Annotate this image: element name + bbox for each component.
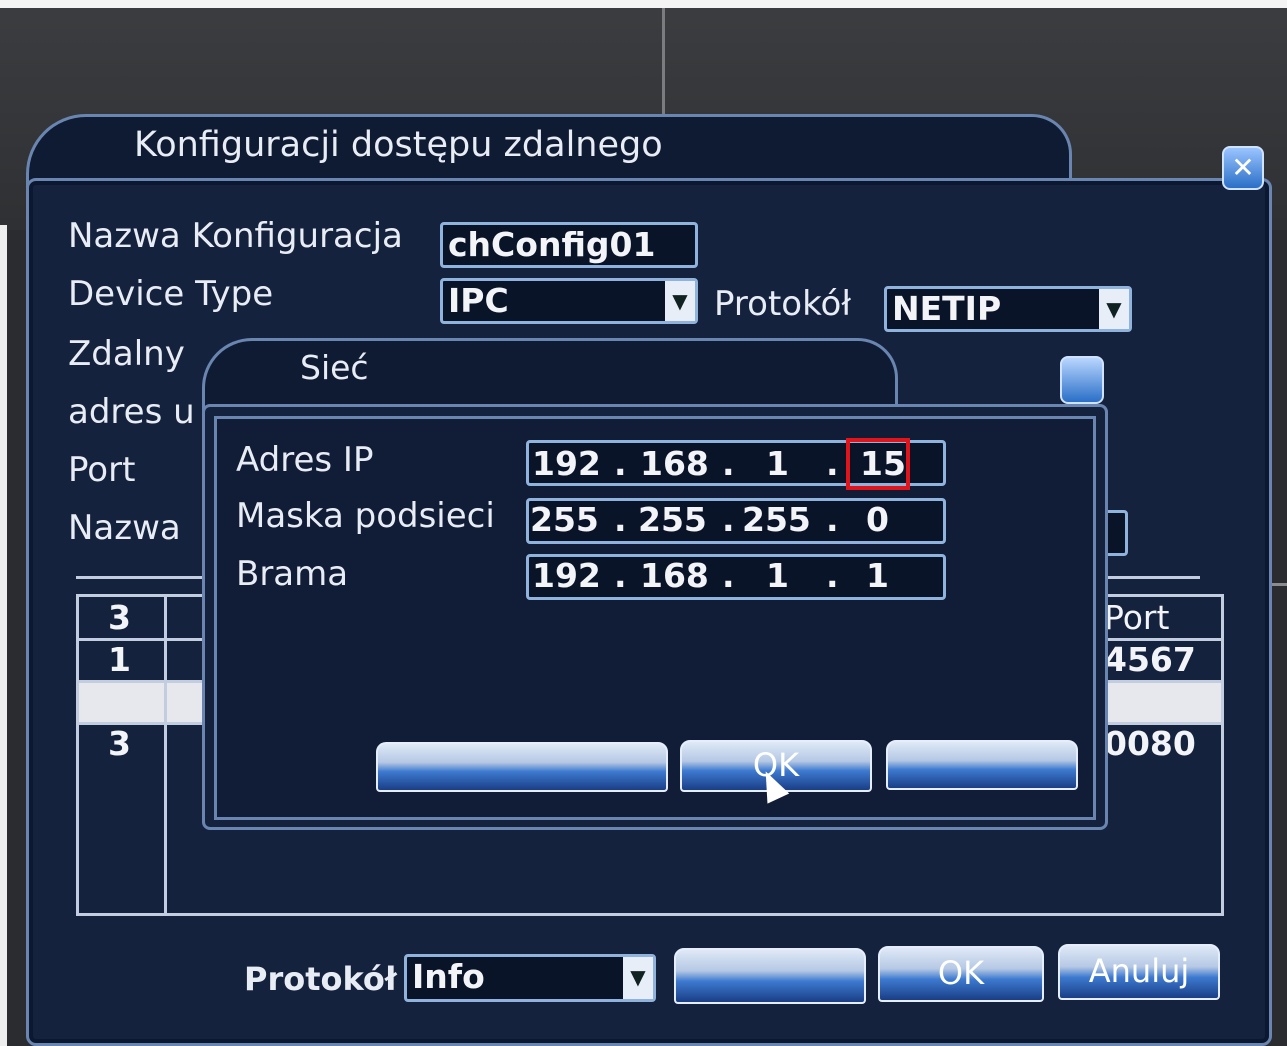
dialog-action-button[interactable]: [376, 742, 668, 792]
ip-octet[interactable]: 1: [766, 444, 789, 483]
ip-octet[interactable]: 168: [640, 444, 709, 483]
dialog-title: Sieć: [300, 348, 369, 387]
octet-dot: .: [614, 556, 627, 595]
mask-octet[interactable]: 255: [742, 500, 811, 539]
address-label: adres u: [68, 392, 195, 432]
mask-octet[interactable]: 255: [638, 500, 707, 539]
mask-octet[interactable]: 255: [530, 500, 599, 539]
chevron-down-icon[interactable]: ▼: [623, 957, 653, 999]
dialog-cancel-button[interactable]: [886, 740, 1078, 790]
device-type-select[interactable]: IPC ▼: [440, 278, 698, 324]
device-type-value: IPC: [448, 281, 509, 320]
ip-label: Adres IP: [236, 440, 374, 480]
octet-dot: .: [722, 556, 735, 595]
table-row-port[interactable]: 0080: [1104, 724, 1196, 763]
config-name-input[interactable]: chConfig01: [440, 222, 698, 268]
octet-dot: .: [826, 500, 839, 539]
gateway-octet[interactable]: 192: [532, 556, 601, 595]
photo-border: [0, 0, 1287, 8]
gateway-octet[interactable]: 1: [766, 556, 789, 595]
config-name-label: Nazwa Konfiguracja: [68, 216, 403, 256]
mask-label: Maska podsieci: [236, 496, 495, 536]
chevron-down-icon[interactable]: ▼: [665, 281, 695, 321]
ip-octet[interactable]: 192: [532, 444, 601, 483]
bottom-protocol-label: Protokół: [244, 960, 397, 998]
octet-dot: .: [614, 500, 627, 539]
table-header-count: 3: [108, 598, 131, 637]
gateway-octet[interactable]: 1: [866, 556, 889, 595]
protocol-label: Protokół: [714, 284, 852, 324]
gateway-label: Brama: [236, 554, 349, 594]
ok-button[interactable]: OK: [878, 946, 1044, 1002]
background-line: [662, 0, 665, 120]
protocol-select[interactable]: NETIP ▼: [884, 286, 1132, 332]
mask-octet[interactable]: 0: [866, 500, 889, 539]
port-label: Port: [68, 450, 136, 490]
table-row-port[interactable]: 4567: [1104, 640, 1196, 679]
column-divider: [164, 594, 167, 916]
octet-dot: .: [614, 444, 627, 483]
close-icon[interactable]: [1060, 356, 1104, 404]
bottom-protocol-select[interactable]: Info ▼: [404, 954, 656, 1002]
octet-dot: .: [722, 500, 735, 539]
highlight-box: [846, 438, 910, 490]
table-row-index[interactable]: 3: [108, 724, 131, 763]
table-row-index[interactable]: 1: [108, 640, 131, 679]
remote-label: Zdalny: [68, 334, 185, 374]
table-header-port: Port: [1104, 598, 1170, 637]
octet-dot: .: [826, 556, 839, 595]
cancel-button[interactable]: Anuluj: [1058, 944, 1220, 1000]
protocol-value: NETIP: [892, 289, 1002, 328]
photo-border: [0, 225, 7, 1046]
name-label: Nazwa: [68, 508, 181, 548]
octet-dot: .: [826, 444, 839, 483]
gateway-octet[interactable]: 168: [640, 556, 709, 595]
device-type-label: Device Type: [68, 274, 274, 314]
action-button[interactable]: [674, 948, 866, 1004]
octet-dot: .: [722, 444, 735, 483]
window-title: Konfiguracji dostępu zdalnego: [134, 125, 663, 165]
bottom-protocol-value: Info: [412, 957, 485, 996]
close-icon[interactable]: ✕: [1222, 146, 1264, 190]
chevron-down-icon[interactable]: ▼: [1099, 289, 1129, 329]
